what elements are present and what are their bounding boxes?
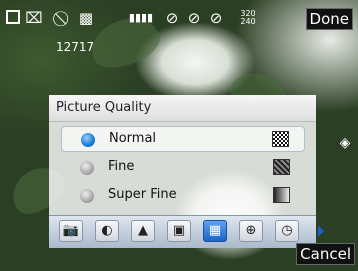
no-flash-icon: ⃠ xyxy=(56,10,72,26)
resolution-icon: 320 240 xyxy=(240,9,256,26)
battery-icon: ▮▮▮▮ xyxy=(128,11,154,24)
radio-unselected-icon[interactable] xyxy=(80,189,94,203)
no-timer-icon: ⊘ xyxy=(187,9,201,27)
cancel-button[interactable]: Cancel xyxy=(296,243,355,265)
option-label: Normal xyxy=(109,131,157,146)
pattern-icon: ▩ xyxy=(78,9,94,27)
option-label: Super Fine xyxy=(108,187,177,202)
close-box-icon[interactable] xyxy=(6,10,20,24)
camera-viewfinder: ⌧ ⃠ ▩ ▮▮▮▮ ⊘ ⊘ ⊘ 320 240 Done 12717 ◈ Pi… xyxy=(0,0,358,271)
exposure-icon[interactable]: ◐ xyxy=(95,220,119,242)
done-button[interactable]: Done xyxy=(305,8,353,30)
quality-superfine-icon xyxy=(273,187,290,203)
dialog-title-bar: Picture Quality xyxy=(49,95,316,122)
zoom-icon[interactable]: ⊕ xyxy=(239,220,263,242)
scroll-right-icon[interactable] xyxy=(318,225,324,237)
no-focus-icon: ⊘ xyxy=(209,9,223,27)
radio-selected-icon[interactable] xyxy=(81,133,95,147)
radio-unselected-icon[interactable] xyxy=(80,161,94,175)
camera-mode-icon[interactable]: 📷 xyxy=(59,220,83,242)
dialog-title: Picture Quality xyxy=(56,100,152,115)
timer-icon[interactable]: ◷ xyxy=(275,220,299,242)
option-fine[interactable]: Fine xyxy=(61,155,305,181)
option-super-fine[interactable]: Super Fine xyxy=(61,183,305,209)
settings-toolbar: 📷 ◐ ▲ ▣ ▦ ⊕ ◷ xyxy=(49,215,324,248)
landscape-icon[interactable]: ▲ xyxy=(131,220,155,242)
shots-remaining-count: 12717 xyxy=(56,40,95,54)
no-zoom-icon: ⊘ xyxy=(165,9,179,27)
quality-options-list: Normal Fine Super Fine xyxy=(49,122,316,215)
quality-fine-icon xyxy=(273,159,290,175)
frame-icon[interactable]: ▣ xyxy=(167,220,191,242)
nav-dpad-icon[interactable]: ◈ xyxy=(338,135,352,153)
picture-quality-dialog: Picture Quality Normal Fine Super Fine 📷… xyxy=(49,95,324,254)
quality-icon[interactable]: ▦ xyxy=(203,220,227,242)
quality-normal-icon xyxy=(272,131,289,147)
option-label: Fine xyxy=(108,159,135,174)
option-normal[interactable]: Normal xyxy=(61,126,305,152)
camera-icon: ⌧ xyxy=(25,9,43,27)
